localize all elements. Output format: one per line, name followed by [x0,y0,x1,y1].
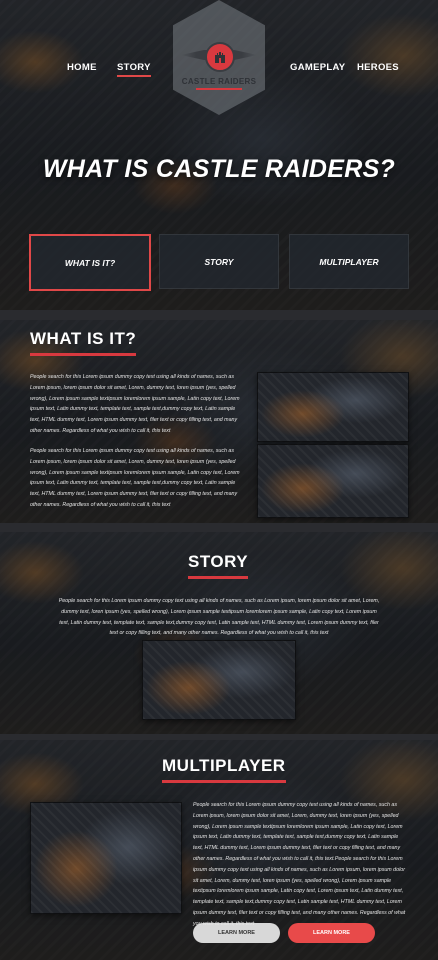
hero-title: WHAT IS CASTLE RAIDERS? [42,154,396,183]
multiplayer-image [30,802,182,914]
multiplayer-section: MULTIPLAYER People search for this Lorem… [0,740,438,960]
nav-heroes[interactable]: HEROES [357,62,399,73]
multiplayer-paragraph: People search for this Lorem ipsum dummy… [193,802,406,927]
hero-tab-what-is-it[interactable]: WHAT IS IT? [29,234,151,291]
hero-section: HOME STORY CASTLE RAIDERS GAMEPLAY HEROE… [0,0,438,310]
what-is-it-title: WHAT IS IT? [30,329,137,356]
castle-icon [215,52,225,63]
story-section: STORY People search for this Lorem ipsum… [0,532,438,734]
what-is-it-paragraph-1: People search for this Lorem ipsum dummy… [30,374,240,434]
nav-gameplay[interactable]: GAMEPLAY [290,62,345,73]
section-divider [0,523,438,532]
multiplayer-title: MULTIPLAYER [162,756,286,783]
castle-emblem-icon [205,42,235,72]
what-is-it-image-2 [257,444,409,518]
section-divider [0,310,438,320]
what-is-it-section: WHAT IS IT? People search for this Lorem… [0,320,438,523]
story-paragraph: People search for this Lorem ipsum dummy… [58,598,380,637]
logo-text: CASTLE RAIDERS [181,77,257,86]
what-is-it-image-1 [257,372,409,442]
what-is-it-paragraph-2: People search for this Lorem ipsum dummy… [30,448,240,508]
hero-tab-story[interactable]: STORY [159,234,279,289]
hero-tab-multiplayer[interactable]: MULTIPLAYER [289,234,409,289]
nav-home[interactable]: HOME [67,62,97,73]
story-title: STORY [188,552,249,579]
story-image [142,640,296,720]
logo-underline [196,88,242,90]
nav-story[interactable]: STORY [117,62,151,77]
